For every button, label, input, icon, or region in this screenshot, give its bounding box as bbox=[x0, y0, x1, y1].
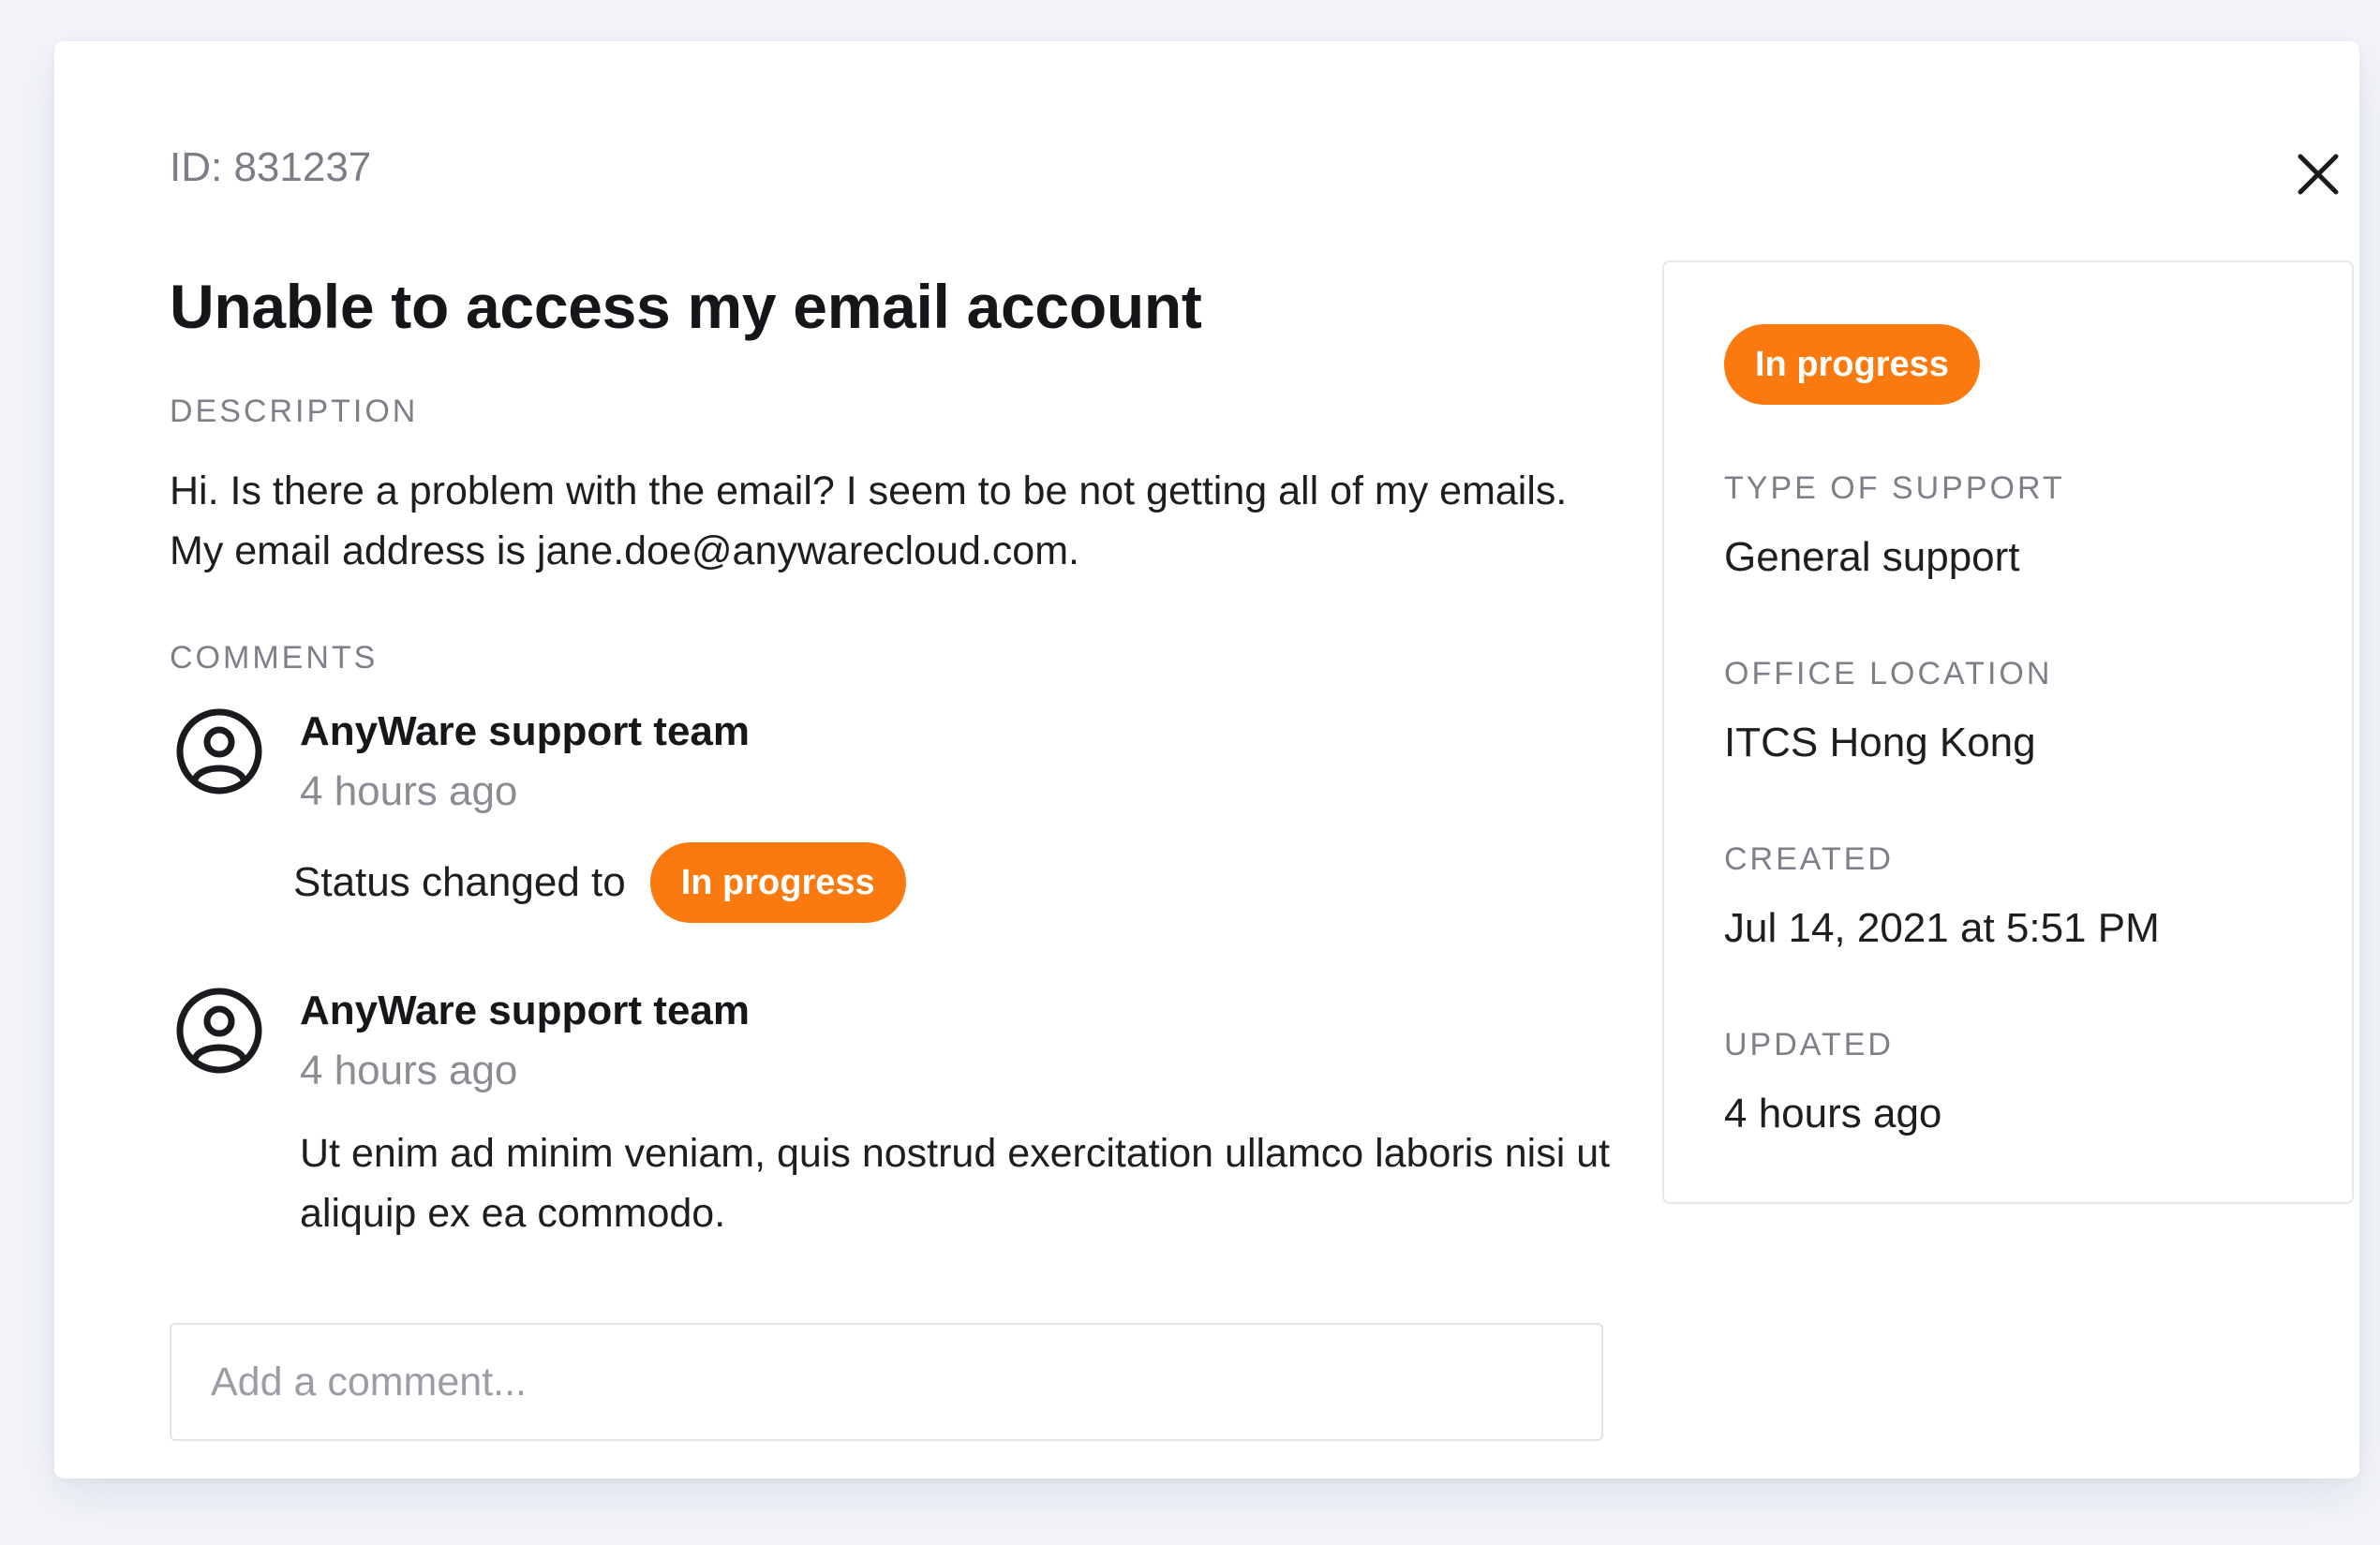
status-badge: In progress bbox=[649, 842, 906, 923]
close-icon bbox=[2298, 154, 2339, 195]
type-of-support-value: General support bbox=[1724, 534, 2020, 580]
updated-label: UPDATED bbox=[1724, 1027, 1894, 1062]
status-change: Status changed to In progress bbox=[293, 842, 906, 923]
office-location-value: ITCS Hong Kong bbox=[1724, 720, 2036, 765]
comment-time: 4 hours ago bbox=[300, 1047, 518, 1093]
created-label: CREATED bbox=[1724, 841, 1894, 877]
ticket-modal: ID: 831237 Unable to access my email acc… bbox=[54, 41, 2359, 1478]
user-circle-icon bbox=[176, 708, 262, 795]
updated-value: 4 hours ago bbox=[1724, 1091, 1942, 1136]
status-badge: In progress bbox=[1724, 324, 1980, 405]
ticket-id: ID: 831237 bbox=[170, 144, 372, 190]
comment-author: AnyWare support team bbox=[300, 988, 751, 1033]
office-location-label: OFFICE LOCATION bbox=[1724, 656, 2053, 691]
comment-time: 4 hours ago bbox=[300, 768, 518, 814]
description-label: DESCRIPTION bbox=[170, 394, 419, 429]
ticket-title: Unable to access my email account bbox=[170, 272, 1202, 341]
type-of-support-label: TYPE OF SUPPORT bbox=[1724, 470, 2065, 506]
close-button[interactable] bbox=[2283, 139, 2354, 210]
created-value: Jul 14, 2021 at 5:51 PM bbox=[1724, 905, 2160, 951]
user-circle-icon bbox=[176, 988, 262, 1074]
description-text: Hi. Is there a problem with the email? I… bbox=[170, 468, 1568, 573]
comments-label: COMMENTS bbox=[170, 640, 379, 676]
comment-author: AnyWare support team bbox=[300, 708, 751, 754]
status-change-text: Status changed to bbox=[293, 859, 626, 905]
comment-input[interactable] bbox=[170, 1323, 1603, 1441]
details-card: In progress TYPE OF SUPPORT General supp… bbox=[1662, 260, 2354, 1204]
comment-body: Ut enim ad minim veniam, quis nostrud ex… bbox=[300, 1131, 1611, 1236]
